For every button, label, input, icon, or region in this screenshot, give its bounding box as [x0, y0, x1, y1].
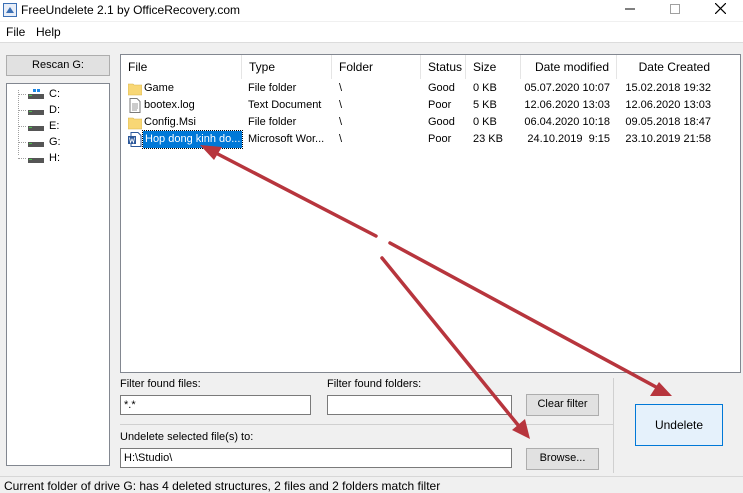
- filter-files-label: Filter found files:: [120, 378, 201, 390]
- file-type: File folder: [248, 116, 297, 128]
- status-bar: Current folder of drive G: has 4 deleted…: [0, 476, 743, 493]
- arrow-head-undelete-button: [650, 382, 672, 396]
- file-list[interactable]: File Type Folder Status Size Date modifi…: [120, 54, 741, 373]
- column-header-type[interactable]: Type: [242, 55, 332, 79]
- title-bar: FreeUndelete 2.1 by OfficeRecovery.com: [0, 0, 743, 21]
- file-folder: \: [339, 133, 343, 145]
- file-date-created: 15.02.2018 19:32: [625, 82, 711, 94]
- file-folder: \: [339, 116, 343, 128]
- file-type: Text Document: [248, 99, 322, 111]
- table-row[interactable]: bootex.log Text Document \ Poor 5 KB 12.…: [121, 97, 740, 114]
- close-icon: [714, 2, 726, 15]
- table-row[interactable]: Config.Msi File folder \ Good 0 KB 06.04…: [121, 114, 740, 131]
- menu-help[interactable]: Help: [36, 25, 61, 39]
- menu-separator: [0, 42, 743, 43]
- rescan-button[interactable]: Rescan G:: [6, 55, 110, 76]
- drive-label: G:: [49, 136, 61, 148]
- folder-icon: [128, 83, 142, 96]
- drive-icon: [28, 110, 44, 115]
- file-folder: \: [339, 82, 343, 94]
- drive-label: C:: [49, 88, 60, 100]
- file-name: Config.Msi: [144, 116, 196, 128]
- undelete-to-label: Undelete selected file(s) to:: [120, 431, 254, 443]
- file-type: Microsoft Wor...: [248, 133, 325, 145]
- file-date-created: 23.10.2019 21:58: [625, 133, 711, 145]
- file-name: Game: [144, 82, 174, 94]
- file-size: 5 KB: [473, 99, 497, 111]
- clear-filter-button[interactable]: Clear filter: [526, 394, 599, 416]
- drive-icon: [28, 126, 44, 131]
- word-doc-icon: [128, 132, 142, 147]
- file-size: 0 KB: [473, 82, 497, 94]
- minimize-icon: [625, 8, 635, 10]
- file-date-modified: 05.07.2020 10:07: [524, 82, 610, 94]
- file-folder: \: [339, 99, 343, 111]
- folder-icon: [128, 117, 142, 130]
- drive-icon: [28, 142, 44, 147]
- maximize-icon: [670, 4, 680, 14]
- filter-files-input[interactable]: *.*: [120, 395, 311, 415]
- file-status: Poor: [428, 99, 452, 111]
- column-header-folder[interactable]: Folder: [332, 55, 421, 79]
- text-file-icon: [129, 98, 141, 113]
- column-header-status[interactable]: Status: [421, 55, 466, 79]
- file-size: 0 KB: [473, 116, 497, 128]
- minimize-button[interactable]: [607, 0, 653, 21]
- file-name: Hop dong kinh do...: [142, 130, 243, 149]
- undelete-destination-input[interactable]: H:\Studio\: [120, 448, 512, 468]
- list-header: File Type Folder Status Size Date modifi…: [121, 55, 740, 79]
- vertical-divider: [613, 378, 614, 473]
- status-text: Current folder of drive G: has 4 deleted…: [4, 479, 441, 493]
- file-date-created: 12.06.2020 13:03: [625, 99, 711, 111]
- file-date-modified: 24.10.2019 9:15: [527, 133, 610, 145]
- arrow-head-browse-button: [512, 419, 530, 439]
- drive-label: D:: [49, 104, 60, 116]
- column-header-file[interactable]: File: [121, 55, 242, 79]
- file-type: File folder: [248, 82, 297, 94]
- table-row[interactable]: Game File folder \ Good 0 KB 05.07.2020 …: [121, 80, 740, 97]
- file-size: 23 KB: [473, 133, 503, 145]
- column-header-size[interactable]: Size: [466, 55, 521, 79]
- maximize-button[interactable]: [652, 0, 698, 21]
- filter-folders-input[interactable]: [327, 395, 512, 415]
- window-title: FreeUndelete 2.1 by OfficeRecovery.com: [21, 3, 240, 17]
- drive-icon: [28, 158, 44, 163]
- menu-bar: File Help: [0, 22, 743, 42]
- table-row-selected[interactable]: Hop dong kinh do... Microsoft Wor... \ P…: [121, 130, 740, 149]
- column-header-date-modified[interactable]: Date modified: [521, 55, 617, 79]
- file-date-modified: 12.06.2020 13:03: [524, 99, 610, 111]
- tree-connector: [18, 90, 19, 155]
- file-status: Good: [428, 82, 455, 94]
- app-icon: [3, 3, 17, 17]
- section-divider: [120, 424, 613, 425]
- column-header-date-created[interactable]: Date Created: [617, 55, 717, 79]
- browse-button[interactable]: Browse...: [526, 448, 599, 470]
- drive-tree[interactable]: C: D: E: G: H:: [6, 83, 110, 466]
- filter-folders-label: Filter found folders:: [327, 378, 422, 390]
- system-drive-icon: [28, 89, 44, 99]
- close-button[interactable]: [697, 0, 743, 21]
- drive-label: H:: [49, 152, 60, 164]
- undelete-button[interactable]: Undelete: [635, 404, 723, 446]
- menu-file[interactable]: File: [6, 25, 25, 39]
- file-date-created: 09.05.2018 18:47: [625, 116, 711, 128]
- drive-label: E:: [49, 120, 60, 132]
- file-status: Poor: [428, 133, 452, 145]
- file-date-modified: 06.04.2020 10:18: [524, 116, 610, 128]
- file-name: bootex.log: [144, 99, 195, 111]
- file-status: Good: [428, 116, 455, 128]
